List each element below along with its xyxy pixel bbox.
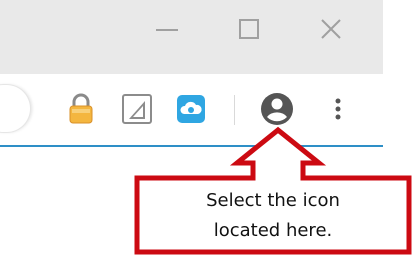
- title-bar: [0, 0, 383, 74]
- callout-line-2: located here.: [213, 220, 333, 241]
- lock-extension-button[interactable]: [64, 91, 98, 127]
- play-triangle-icon: [122, 94, 152, 124]
- maximize-icon: [239, 19, 259, 39]
- maximize-button[interactable]: [232, 12, 266, 46]
- padlock-icon: [69, 93, 93, 124]
- account-circle-icon: [261, 93, 293, 125]
- cloud-extension-button[interactable]: [173, 91, 209, 127]
- callout-box: Select the icon located here.: [150, 186, 396, 246]
- callout-line-1: Select the icon: [206, 190, 340, 211]
- browser-menu-button[interactable]: [326, 91, 350, 127]
- minimize-icon: [156, 29, 178, 31]
- toolbar-accent-line: [0, 145, 383, 147]
- toolbar-separator: [234, 95, 235, 125]
- profile-button[interactable]: [255, 87, 299, 131]
- play-extension-button[interactable]: [119, 91, 155, 127]
- close-icon: [321, 19, 341, 39]
- cloud-icon: [177, 95, 205, 123]
- close-button[interactable]: [314, 12, 348, 46]
- vertical-dots-icon: [335, 98, 341, 120]
- minimize-button[interactable]: [150, 12, 184, 46]
- address-bar[interactable]: [0, 85, 30, 132]
- browser-toolbar: [0, 74, 383, 145]
